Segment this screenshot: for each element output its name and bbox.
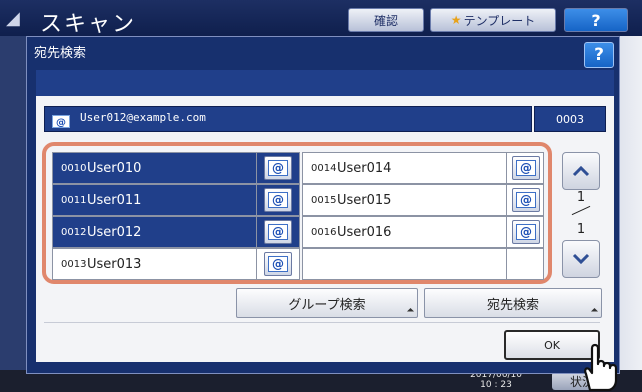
corner-arrow-icon [406,307,415,316]
entry-name: User014 [337,160,392,176]
address-entry-empty [302,248,544,280]
group-search-label: グループ検索 [288,297,366,313]
confirm-label: 確認 [373,13,398,28]
corner-arrow-icon [590,307,599,316]
email-icon[interactable]: @ [264,220,292,244]
email-icon-glyph: @ [268,256,288,272]
chevron-down-icon [572,253,590,265]
dialog-header-strip [36,70,614,96]
confirm-button[interactable]: 確認 [348,8,424,32]
ok-label: OK [544,338,560,352]
pointing-hand-icon [584,343,618,392]
email-icon: @ [52,113,70,129]
entry-name: User011 [87,192,142,208]
page-total: 1 [576,222,586,237]
address-search-button[interactable]: 宛先検索 [424,288,602,318]
email-icon[interactable]: @ [264,156,292,180]
email-icon[interactable]: @ [512,156,540,180]
email-icon[interactable]: @ [264,188,292,212]
email-icon-glyph: @ [268,224,288,240]
page-up-button[interactable] [562,152,600,190]
entry-name: User016 [337,224,392,240]
entry-name: User015 [337,192,392,208]
entry-name: User010 [87,160,142,176]
email-icon-glyph: @ [516,192,536,208]
address-count-value: 0003 [556,112,584,126]
chevron-up-icon [572,165,590,177]
template-button[interactable]: ★ テンプレート [430,8,556,32]
group-search-button[interactable]: グループ検索 [236,288,418,318]
address-count: 0003 [534,106,606,132]
entry-name: User012 [87,224,142,240]
entry-number: 0010 [61,162,87,174]
email-icon[interactable]: @ [512,188,540,212]
address-entry-0016[interactable]: 0016 User016 [302,216,544,248]
help-label: ? [594,45,604,65]
page-current: 1 [576,190,586,205]
background-help-button[interactable]: ? [564,8,628,32]
email-icon[interactable]: @ [264,252,292,276]
entry-number: 0016 [311,226,337,238]
background-help-label: ? [591,10,601,30]
divider [44,322,600,323]
back-arrow-icon[interactable]: ◢ [6,8,28,30]
email-icon-glyph: @ [268,160,288,176]
email-icon-glyph: @ [268,192,288,208]
address-entry-0014[interactable]: 0014 User014 [302,152,544,184]
entry-name: User013 [87,256,142,272]
column-divider [506,152,507,280]
help-button[interactable]: ? [584,42,614,68]
entry-number: 0011 [61,194,87,206]
svg-text:@: @ [56,118,66,129]
column-divider [256,152,257,280]
address-search-label: 宛先検索 [486,297,539,313]
entry-number: 0015 [311,194,337,206]
template-label: テンプレート [463,13,536,28]
background-app-title: スキャン [40,12,137,37]
address-entry-0010[interactable]: 0010 User010 [52,152,300,184]
email-icon-glyph: @ [516,160,536,176]
selected-address-text: User012@example.com [80,111,206,124]
email-icon[interactable]: @ [512,220,540,244]
star-icon: ★ [450,13,462,27]
entry-number: 0013 [61,258,87,270]
entry-number: 0014 [311,162,337,174]
address-entry-0015[interactable]: 0015 User015 [302,184,544,216]
address-entry-0012[interactable]: 0012 User012 [52,216,300,248]
entry-number: 0012 [61,226,87,238]
page-down-button[interactable] [562,240,600,278]
address-entry-0013[interactable]: 0013 User013 [52,248,300,280]
dialog-title: 宛先検索 [34,46,87,61]
address-entry-0011[interactable]: 0011 User011 [52,184,300,216]
email-icon-glyph: @ [516,224,536,240]
